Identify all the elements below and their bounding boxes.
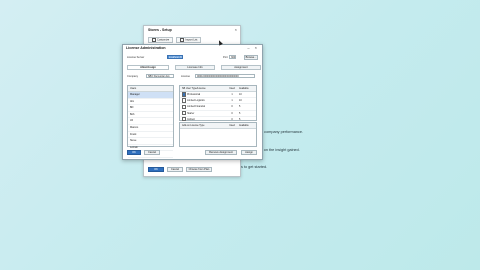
port-input[interactable]: 30000 (229, 55, 236, 59)
row-used: 0 (231, 105, 233, 109)
list-item[interactable]: Steve (128, 138, 173, 145)
checkbox-icon[interactable] (182, 92, 187, 97)
addon-license-grid: Add-on License Type Used Available (179, 122, 257, 147)
grid-header-available: Available (239, 87, 249, 90)
tab-import-list[interactable]: Import List (176, 37, 202, 43)
checkbox-icon[interactable] (182, 104, 187, 109)
tab-customize[interactable]: Customize (148, 37, 174, 43)
row-name: Professional (187, 93, 201, 96)
setup-window-title: Stores - Setup (148, 28, 172, 32)
checkbox-icon[interactable] (182, 116, 187, 122)
grid-header-type: SB User Type/License (182, 87, 206, 90)
row-available: 10 (239, 99, 242, 103)
window-controls[interactable]: – × (247, 45, 259, 50)
license-server-label: License Server (127, 56, 145, 59)
setup-buttons: OK Cancel Choose from Plan (148, 167, 212, 172)
row-name: Indirect (187, 117, 195, 121)
tab-alloc-assign[interactable]: Alloc/Assign (127, 65, 169, 70)
users-list: Users Manager Alix Bill Bob Jill Marcos … (127, 85, 174, 158)
port-label: Port (223, 56, 228, 59)
company-input[interactable]: SBO Demoplan AG (146, 74, 174, 78)
row-available: 10 (239, 93, 242, 96)
list-item[interactable]: Frank (128, 132, 173, 139)
row-available: 5 (239, 111, 241, 115)
close-icon[interactable]: × (235, 27, 237, 32)
list-item[interactable]: Manager (128, 92, 173, 99)
row-name: Limited Financial (187, 105, 206, 109)
tab-customize-label: Customize (157, 38, 170, 42)
grid-header: Add-on License Type Used Available (180, 123, 256, 129)
grid-header-addon: Add-on License Type (182, 124, 205, 127)
remove-assignment-button[interactable]: Remove Assignment (205, 150, 237, 155)
tab-licensee-info[interactable]: Licensee Info (175, 65, 215, 70)
choose-from-plan-button[interactable]: Choose from Plan (186, 167, 212, 172)
row-available: 5 (239, 105, 241, 109)
assign-button[interactable]: Assign (241, 150, 257, 155)
setup-ok-button[interactable]: OK (148, 167, 164, 172)
instruction-line-1: o company performance. (261, 130, 303, 134)
row-name: Starter (187, 111, 195, 115)
dialog-tabs: Alloc/Assign Licensee Info Assignment (127, 65, 261, 70)
license-input[interactable]: 000100000000000000000000000000 (195, 74, 255, 78)
row-name: Limited Logistics (187, 99, 205, 103)
row-used: 0 (231, 111, 233, 115)
license-label: License (181, 75, 190, 78)
license-administration-dialog: License Administration – × License Serve… (122, 44, 263, 160)
checkbox-icon (180, 38, 185, 42)
instruction-line-3: s to get started. (241, 165, 268, 169)
users-header-label: Users (130, 87, 137, 90)
list-item[interactable]: Alix (128, 99, 173, 106)
cancel-button[interactable]: Cancel (144, 150, 160, 155)
row-used: 1 (231, 93, 233, 96)
license-type-grid: SB User Type/License Used Available Prof… (179, 85, 257, 123)
list-item[interactable]: Bill (128, 105, 173, 112)
ok-button[interactable]: OK (127, 150, 141, 155)
instruction-line-2: il on the insight gained. (261, 148, 300, 152)
grid-header-used: Used (229, 124, 235, 127)
tab-assignment[interactable]: Assignment (221, 65, 261, 70)
list-item[interactable]: Jill (128, 118, 173, 125)
grid-header-used: Used (229, 87, 235, 90)
company-label: Company (127, 75, 139, 78)
checkbox-icon (152, 38, 156, 42)
setup-tabs: Customize Import List (148, 37, 202, 43)
list-item[interactable]: Bob (128, 112, 173, 119)
checkbox-icon[interactable] (182, 110, 187, 116)
tab-import-list-label: Import List (185, 38, 198, 42)
setup-cancel-button[interactable]: Cancel (167, 167, 183, 172)
browse-button[interactable]: Browse... (244, 55, 258, 60)
dialog-title: License Administration (126, 46, 166, 50)
license-server-input[interactable]: localhost:30000 (167, 55, 183, 59)
grid-header-available: Available (239, 124, 249, 127)
row-used: 1 (231, 99, 233, 103)
list-item[interactable]: Marcos (128, 125, 173, 132)
checkbox-icon[interactable] (182, 98, 187, 103)
